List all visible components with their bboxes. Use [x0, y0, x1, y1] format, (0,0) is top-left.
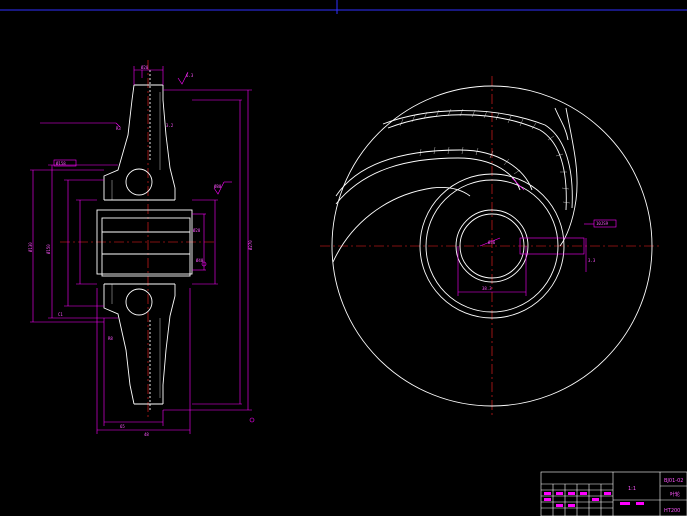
drawing-frame: [0, 0, 687, 14]
impeller-section-outline: [96, 70, 193, 410]
title-block-texts: BJ01-02 叶轮 1:1 HT200: [628, 478, 683, 514]
impeller-front-view: Ø36 38.3 10JS9 3.3: [320, 76, 662, 418]
dim-small-r: R8: [108, 336, 113, 341]
section-hatch: [111, 92, 161, 398]
section-dimensions: [30, 66, 252, 434]
section-small-markers: [201, 261, 255, 423]
dim-bore-label: Ø36: [488, 240, 496, 245]
dim-keyway: Ø28: [193, 228, 201, 233]
dim-chamfer: C1: [58, 312, 63, 317]
dim-bottom-len: 65: [120, 424, 125, 429]
dim-hub-dia-left: Ø130: [28, 242, 33, 252]
impeller-centerlines: [320, 76, 662, 418]
section-view: Ø20 6.3 R3 3.2 Ø158 Ø80 Ø28 Ø40 Ø270 Ø13…: [28, 60, 255, 437]
title-block-fills: [544, 492, 644, 507]
dim-width-label: 10JS9: [596, 221, 609, 226]
dim-hub-note: Ø80: [214, 184, 222, 189]
dim-bottom-len2: 48: [144, 432, 149, 437]
title-material: HT200: [664, 508, 680, 514]
title-part-name: 叶轮: [670, 491, 680, 498]
dim-roughness-mid: 3.2: [166, 123, 174, 128]
dim-leader-note: R3: [116, 126, 121, 131]
title-drawing-no: BJ01-02: [664, 478, 683, 484]
title-scale: 1:1: [628, 486, 636, 492]
dim-outer-dia: Ø270: [248, 240, 253, 250]
dim-side-note: Ø158: [56, 161, 66, 166]
cad-drawing-canvas[interactable]: Ø20 6.3 R3 3.2 Ø158 Ø80 Ø28 Ø40 Ø270 Ø13…: [0, 0, 687, 516]
keyway-dimensions: [457, 177, 617, 296]
dim-top-width: Ø20: [141, 65, 149, 70]
section-dimension-texts: Ø20 6.3 R3 3.2 Ø158 Ø80 Ø28 Ø40 Ø270 Ø13…: [28, 65, 253, 437]
dim-key-label: 38.3: [482, 286, 492, 291]
dim-height-label: 3.3: [588, 258, 596, 263]
dim-left-2: Ø150: [46, 244, 51, 254]
dim-roughness-top: 6.3: [186, 73, 194, 78]
